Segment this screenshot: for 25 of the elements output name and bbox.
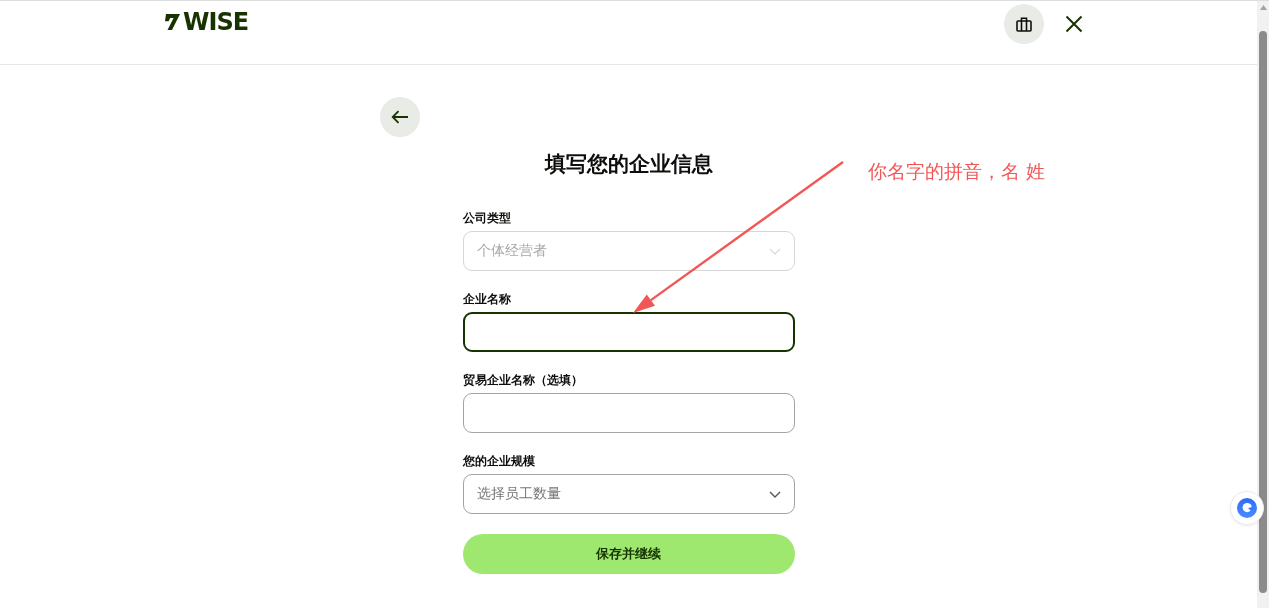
- text-field[interactable]: [462, 393, 795, 433]
- page-title: 填写您的企业信息: [544, 151, 713, 177]
- scrollbar[interactable]: [1257, 1, 1269, 608]
- close-icon: [1065, 15, 1083, 33]
- briefcase-icon: [1016, 16, 1032, 32]
- chevron-down-icon: [768, 490, 781, 498]
- text-field[interactable]: [462, 312, 795, 352]
- logo-text: WISE: [183, 11, 249, 33]
- business-account-button[interactable]: [1004, 4, 1044, 44]
- back-button[interactable]: [379, 97, 420, 137]
- field-label: 企业名称: [462, 291, 511, 307]
- field-label: 公司类型: [462, 210, 511, 226]
- back-arrow-icon: [390, 110, 409, 124]
- save-continue-button[interactable]: 保存并继续: [462, 534, 795, 574]
- annotation-text: 你名字的拼音，名 姓: [868, 159, 1046, 183]
- chevron-down-icon: [768, 247, 781, 255]
- field-label: 贸易企业名称（选填）: [462, 372, 583, 388]
- dropdown-field[interactable]: 选择员工数量: [462, 474, 795, 514]
- scrollbar-thumb[interactable]: [1259, 31, 1267, 593]
- close-button[interactable]: [1065, 15, 1083, 33]
- chat-button[interactable]: [1230, 491, 1264, 525]
- logo-icon: [165, 13, 181, 31]
- chat-bubble-icon: [1237, 498, 1257, 518]
- field-label: 您的企业规模: [462, 453, 535, 469]
- scroll-up-icon[interactable]: [1259, 5, 1267, 10]
